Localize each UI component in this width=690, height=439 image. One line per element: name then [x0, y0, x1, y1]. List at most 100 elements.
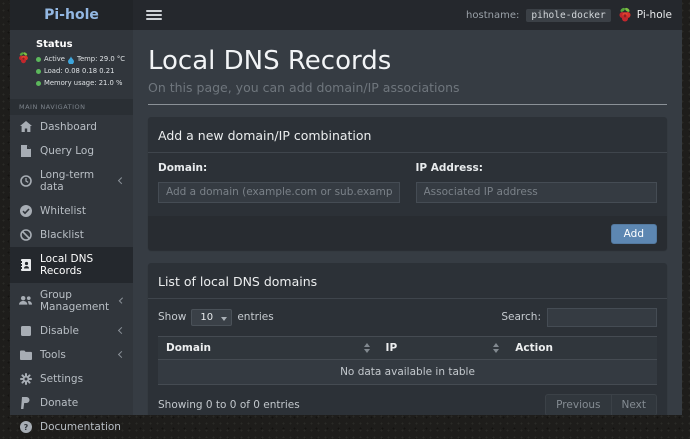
account-label: Pi-hole: [637, 9, 672, 21]
sidebar-item-label: Local DNS Records: [40, 253, 124, 277]
sidebar-item-label: Disable: [40, 325, 79, 337]
hostname-badge: pihole-docker: [526, 9, 610, 22]
sidebar-item-label: Donate: [40, 397, 78, 409]
table-footer: Showing 0 to 0 of 0 entries Previous Nex…: [158, 394, 657, 416]
show-label: Show: [158, 311, 186, 323]
ip-address-label: IP Address:: [416, 162, 658, 174]
address-book-icon: [19, 259, 32, 271]
account-menu[interactable]: Pi-hole: [618, 7, 672, 23]
search-label: Search:: [501, 311, 541, 323]
sidebar-toggle-icon[interactable]: [146, 10, 162, 20]
empty-table-row: No data available in table: [158, 359, 657, 384]
status-temp-value: Temp: 29.0 °C: [77, 54, 125, 66]
sidebar-item-documentation[interactable]: ? Documentation: [10, 415, 133, 439]
sidebar-item-label: Dashboard: [40, 121, 97, 133]
paypal-icon: [19, 397, 32, 409]
main-content: Local DNS Records On this page, you can …: [133, 30, 682, 415]
ban-icon: [19, 229, 32, 241]
question-circle-icon: ?: [19, 421, 32, 433]
sidebar-item-label: Tools: [40, 349, 66, 361]
search-input[interactable]: [547, 308, 657, 327]
sidebar-item-settings[interactable]: Settings: [10, 367, 133, 391]
status-title: Status: [36, 39, 125, 50]
status-panel: Status Active Temp: 29.0 °C Load: 0.08 0…: [10, 30, 133, 99]
navbar-right: hostname: pihole-docker Pi-hole: [466, 7, 672, 23]
raspberry-icon: [618, 7, 632, 23]
empty-table-message: No data available in table: [158, 359, 657, 384]
add-domain-card-header: Add a new domain/IP combination: [148, 117, 667, 153]
table-controls: Show 10 entries Search:: [158, 308, 657, 327]
column-header-domain[interactable]: Domain: [158, 336, 378, 359]
status-active-label: Active: [44, 54, 65, 66]
sidebar-item-tools[interactable]: Tools: [10, 343, 133, 367]
sidebar-item-label: Group Management: [40, 289, 112, 313]
chevron-left-icon: [118, 177, 125, 184]
status-load-line: Load: 0.08 0.18 0.21: [36, 66, 125, 78]
page-subtitle: On this page, you can add domain/IP asso…: [148, 80, 667, 105]
clock-icon: [19, 175, 32, 187]
sidebar-item-group-management[interactable]: Group Management: [10, 283, 133, 319]
svg-text:?: ?: [23, 422, 28, 431]
home-icon: [19, 121, 32, 133]
sidebar-item-disable[interactable]: Disable: [10, 319, 133, 343]
chevron-left-icon: [118, 351, 125, 358]
add-domain-card-title: Add a new domain/IP combination: [158, 128, 371, 143]
users-icon: [19, 295, 32, 307]
entries-label: entries: [237, 311, 273, 323]
dns-list-card-header: List of local DNS domains: [148, 263, 667, 299]
sort-icon: [364, 343, 370, 353]
sidebar-item-long-term-data[interactable]: Long-term data: [10, 163, 133, 199]
add-button[interactable]: Add: [611, 224, 657, 244]
hostname-label: hostname:: [466, 10, 519, 21]
page-title: Local DNS Records: [148, 46, 667, 76]
nav-section-header: MAIN NAVIGATION: [10, 99, 133, 115]
sidebar-item-dashboard[interactable]: Dashboard: [10, 115, 133, 139]
chevron-left-icon: [119, 298, 125, 304]
status-memory-value: Memory usage: 21.0 %: [44, 78, 123, 90]
file-icon: [19, 145, 32, 157]
navbar: hostname: pihole-docker Pi-hole: [133, 0, 682, 30]
status-memory-line: Memory usage: 21.0 %: [36, 78, 125, 90]
app-window: Pi-hole hostname: pihole-docker Pi-hole …: [10, 0, 682, 415]
sidebar-item-label: Documentation: [40, 421, 121, 433]
status-load-value: Load: 0.08 0.18 0.21: [44, 66, 114, 78]
sidebar: Status Active Temp: 29.0 °C Load: 0.08 0…: [10, 30, 133, 415]
status-dot-icon: [36, 57, 41, 62]
folder-icon: [19, 349, 32, 361]
sidebar-item-query-log[interactable]: Query Log: [10, 139, 133, 163]
sidebar-item-label: Settings: [40, 373, 83, 385]
pihole-logo-icon: [18, 37, 29, 79]
sidebar-item-whitelist[interactable]: Whitelist: [10, 199, 133, 223]
status-dot-icon: [36, 69, 41, 74]
domain-input[interactable]: [158, 182, 400, 203]
stop-icon: [19, 325, 32, 337]
previous-page-button[interactable]: Previous: [545, 394, 611, 416]
sidebar-item-blacklist[interactable]: Blacklist: [10, 223, 133, 247]
sidebar-item-label: Query Log: [40, 145, 94, 157]
add-domain-card: Add a new domain/IP combination Domain: …: [148, 117, 667, 250]
dns-table: Domain IP Action: [158, 336, 657, 385]
sidebar-item-label: Long-term data: [40, 169, 111, 193]
status-active-line: Active Temp: 29.0 °C: [36, 54, 125, 66]
check-circle-icon: [19, 205, 32, 217]
dns-list-card: List of local DNS domains Show 10 entrie…: [148, 263, 667, 416]
sidebar-item-donate[interactable]: Donate: [10, 391, 133, 415]
sidebar-item-label: Whitelist: [40, 205, 86, 217]
add-domain-card-footer: Add: [148, 216, 667, 250]
sort-icon: [493, 343, 499, 353]
sidebar-menu: Dashboard Query Log Long-term data White…: [10, 115, 133, 439]
sidebar-item-local-dns-records[interactable]: Local DNS Records: [10, 247, 133, 283]
chevron-left-icon: [118, 327, 125, 334]
brand-logo[interactable]: Pi-hole: [10, 0, 133, 30]
entries-summary: Showing 0 to 0 of 0 entries: [158, 399, 300, 411]
next-page-button[interactable]: Next: [612, 394, 657, 416]
column-header-ip[interactable]: IP: [378, 336, 508, 359]
ip-address-input[interactable]: [416, 182, 658, 203]
temperature-icon: [68, 56, 74, 64]
dns-list-card-title: List of local DNS domains: [158, 274, 317, 289]
column-header-action: Action: [507, 336, 657, 359]
sidebar-item-label: Blacklist: [40, 229, 84, 241]
pagination: Previous Next: [545, 394, 657, 416]
page-size-select[interactable]: 10: [191, 309, 232, 326]
status-dot-icon: [36, 81, 41, 86]
